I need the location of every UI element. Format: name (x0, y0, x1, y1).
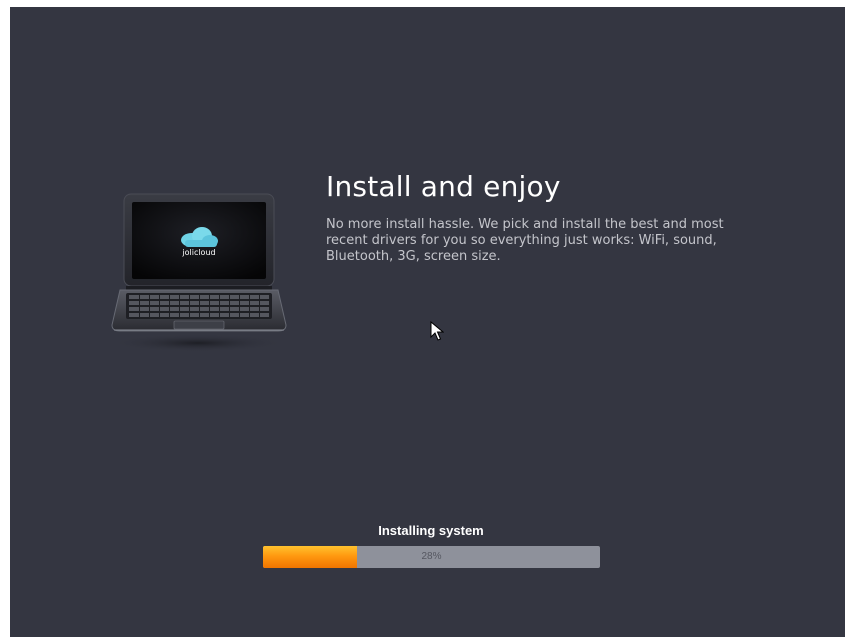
mouse-pointer-icon (430, 321, 444, 341)
progress-percent: 28% (421, 551, 442, 562)
netbook-image (110, 193, 287, 352)
description-text: No more install hassle. We pick and inst… (326, 217, 724, 264)
netbook-illustration: jolicloud (106, 193, 291, 353)
jolicloud-logo-text: jolicloud (182, 248, 216, 257)
progress-label: Installing system (378, 523, 484, 538)
page-title: Install and enjoy (326, 170, 561, 203)
progress-bar: 28% (263, 546, 600, 568)
installer-screen: jolicloud Install and enjoy No more inst… (10, 7, 845, 637)
